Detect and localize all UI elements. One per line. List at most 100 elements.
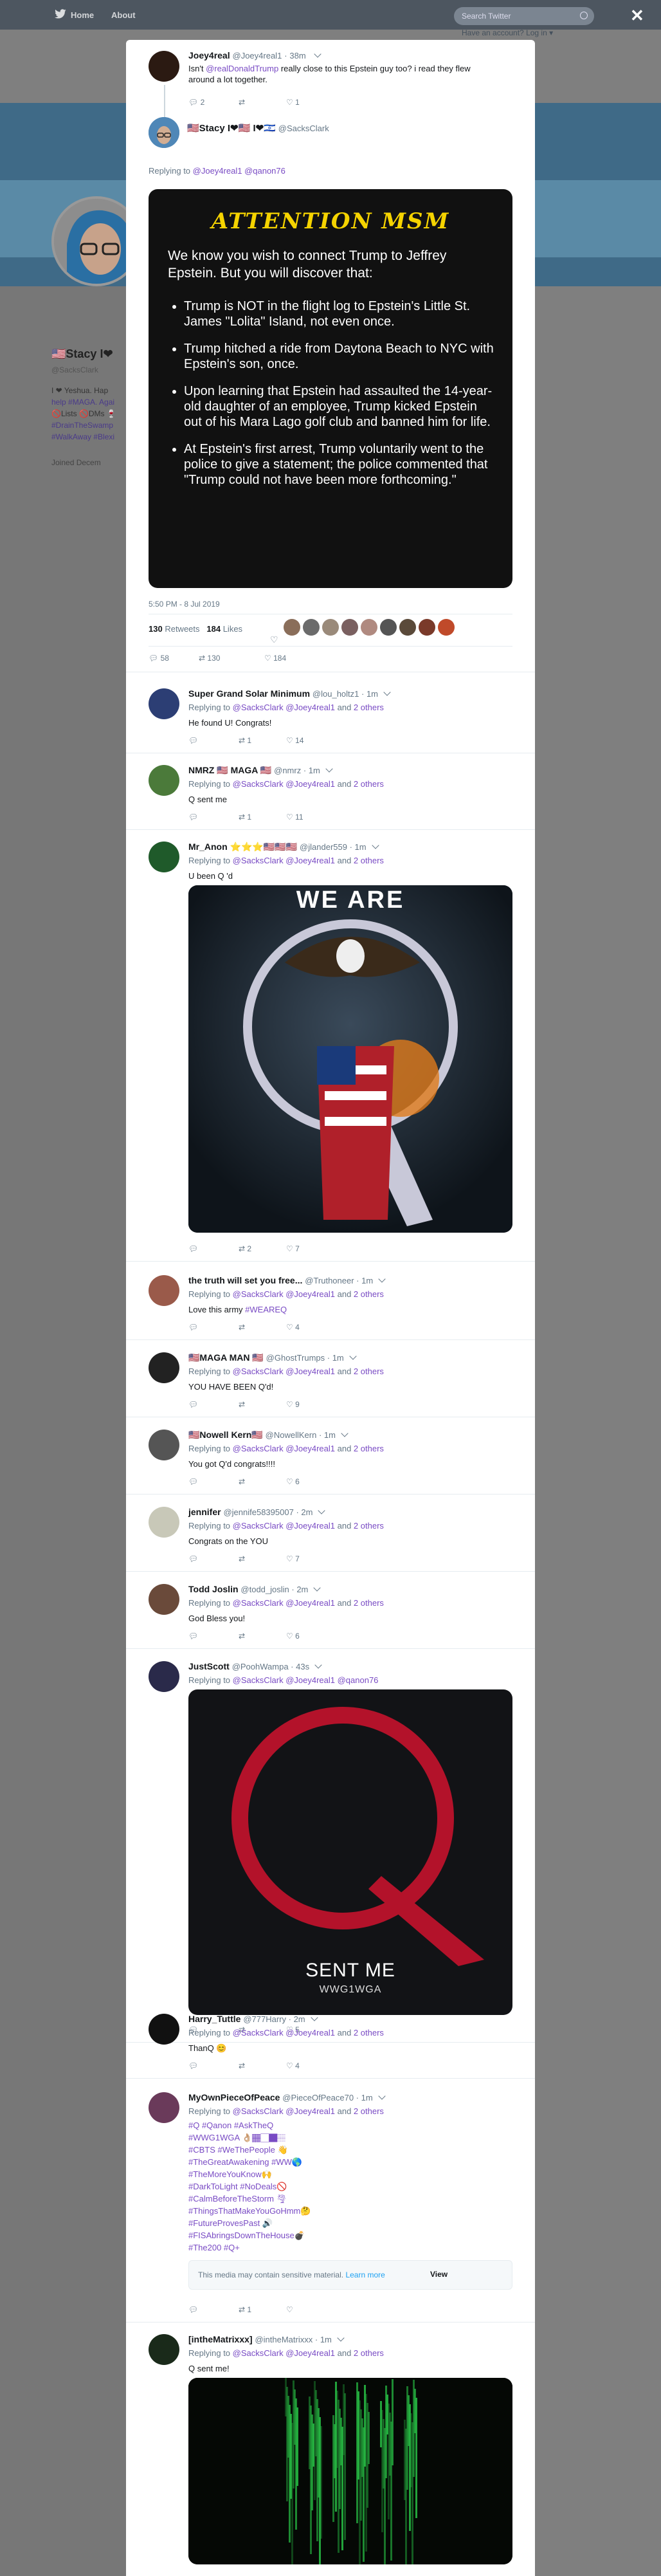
others-link[interactable]: 2 others bbox=[354, 2106, 384, 2116]
tweet-author-name[interactable]: 🇺🇸Nowell Kern🇺🇸 bbox=[188, 1430, 263, 1440]
hashtag-line[interactable]: #FutureProvesPast 🔊 bbox=[188, 2218, 273, 2229]
tweet-author-handle[interactable]: @todd_joslin bbox=[240, 1585, 289, 1594]
close-icon[interactable]: ✕ bbox=[630, 7, 644, 24]
tweet-author-name[interactable]: Todd Joslin bbox=[188, 1584, 239, 1594]
retweet-icon[interactable]: ⇄ bbox=[239, 1554, 245, 1563]
avatar[interactable] bbox=[149, 1507, 179, 1538]
mention-link[interactable]: @SacksClark @Joey4real1 bbox=[233, 2028, 335, 2038]
hashtag-line[interactable]: #FISAbringsDownTheHouse💣 bbox=[188, 2231, 305, 2241]
like-icon[interactable]: ♡ 6 bbox=[286, 1477, 300, 1486]
tweet-author-handle[interactable]: @777Harry bbox=[243, 2014, 286, 2024]
reply-icon[interactable]: 💬︎ bbox=[188, 2305, 198, 2314]
others-link[interactable]: 2 others bbox=[354, 703, 384, 712]
like-icon[interactable]: ♡ 1 bbox=[286, 98, 300, 107]
tweet-author-name[interactable]: Harry_Tuttle bbox=[188, 2014, 240, 2024]
nav-home-link[interactable]: Home bbox=[71, 10, 94, 20]
others-link[interactable]: 2 others bbox=[354, 856, 384, 865]
reply-icon[interactable]: 💬︎ bbox=[188, 1554, 198, 1563]
others-link[interactable]: 2 others bbox=[354, 2028, 384, 2038]
login-link[interactable]: Have an account? Log in ▾ bbox=[462, 28, 553, 37]
tweet-author-handle[interactable]: @GhostTrumps bbox=[266, 1353, 325, 1363]
chevron-down-icon[interactable] bbox=[313, 1584, 321, 1592]
q-logo-image[interactable]: SENT ME WWG1WGA bbox=[188, 1689, 512, 2015]
nav-about-link[interactable]: About bbox=[111, 10, 136, 20]
retweet-icon[interactable]: ⇄ bbox=[239, 1400, 245, 1409]
like-icon[interactable]: ♡ 9 bbox=[286, 1400, 300, 1409]
reply-icon[interactable]: 💬︎ bbox=[188, 2061, 198, 2070]
tweet-author-handle[interactable]: @lou_holtz1 bbox=[312, 689, 359, 699]
avatar[interactable] bbox=[149, 1661, 179, 1692]
reply-icon[interactable]: 💬︎ bbox=[188, 1323, 198, 1332]
tweet-timestamp[interactable]: 43s bbox=[296, 1662, 309, 1671]
mention-link[interactable]: @qanon76 bbox=[242, 166, 285, 176]
tweet-timestamp[interactable]: 1m bbox=[332, 1353, 344, 1363]
hashtag-line[interactable]: #ThingsThatMakeYouGoHmm🤔 bbox=[188, 2206, 311, 2216]
avatar[interactable] bbox=[149, 2334, 179, 2365]
retweet-icon[interactable]: ⇄ 1 bbox=[239, 2305, 251, 2314]
tweet-author-handle[interactable]: @PoohWampa bbox=[232, 1662, 289, 1671]
reply-icon[interactable]: 💬︎ bbox=[188, 1400, 198, 1409]
reply-icon[interactable]: 💬︎ 58 bbox=[149, 654, 169, 663]
mention-link[interactable]: @SacksClark @Joey4real1 bbox=[233, 856, 335, 865]
chevron-down-icon[interactable] bbox=[349, 1352, 357, 1360]
avatar[interactable] bbox=[149, 2014, 179, 2045]
mention-link[interactable]: @Joey4real1 bbox=[193, 166, 242, 176]
retweet-icon[interactable]: ⇄ bbox=[239, 2061, 245, 2070]
others-link[interactable]: 2 others bbox=[354, 779, 384, 789]
search-input[interactable]: Search Twitter bbox=[454, 7, 594, 25]
chevron-down-icon[interactable] bbox=[313, 50, 321, 58]
like-icon[interactable]: ♡ 4 bbox=[286, 2061, 300, 2070]
matrix-image[interactable] bbox=[188, 2378, 512, 2564]
heart-icon[interactable]: ♡ bbox=[270, 634, 278, 645]
mention-link[interactable]: @SacksClark @Joey4real1 @qanon76 bbox=[233, 1675, 379, 1685]
tweet-author-name[interactable]: the truth will set you free... bbox=[188, 1275, 302, 1285]
retweet-icon[interactable]: ⇄ 1 bbox=[239, 813, 251, 822]
tweet-author-handle[interactable]: @Truthoneer bbox=[305, 1276, 354, 1285]
hashtag-line[interactable]: #WWG1WGA 👌🏼🏾🏻🏿🏽 bbox=[188, 2133, 285, 2143]
reply-icon[interactable]: 💬︎ bbox=[188, 1632, 198, 1641]
others-link[interactable]: 2 others bbox=[354, 1444, 384, 1453]
main-tweet-author-name[interactable]: 🇺🇸Stacy I❤🇺🇸 I❤🇮🇱 bbox=[187, 123, 276, 134]
like-icon[interactable]: ♡ 7 bbox=[286, 1244, 300, 1253]
chevron-down-icon[interactable] bbox=[325, 765, 333, 773]
avatar[interactable] bbox=[149, 2092, 179, 2123]
search-icon[interactable] bbox=[580, 12, 588, 19]
others-link[interactable]: 2 others bbox=[354, 1366, 384, 1376]
like-icon[interactable]: ♡ 4 bbox=[286, 1323, 300, 1332]
likers-avatar-row[interactable] bbox=[284, 619, 476, 638]
attention-msm-image-card[interactable]: ATTENTION MSM We know you wish to connec… bbox=[149, 189, 512, 588]
avatar[interactable] bbox=[149, 1584, 179, 1615]
tweet-author-name[interactable]: NMRZ 🇺🇸 MAGA 🇺🇸 bbox=[188, 765, 271, 775]
tweet-author-handle[interactable]: @jennife58395007 bbox=[223, 1507, 293, 1517]
tweet-author-handle[interactable]: @Joey4real1 bbox=[233, 51, 282, 60]
hashtag-line[interactable]: #DarkToLight #NoDeals🚫 bbox=[188, 2182, 287, 2192]
tweet-author-handle[interactable]: @PieceOfPeace70 bbox=[282, 2093, 354, 2102]
reply-icon[interactable]: 💬︎ bbox=[188, 1244, 198, 1253]
hashtag-line[interactable]: #CalmBeforeTheStorm 🌪 bbox=[188, 2194, 287, 2204]
avatar[interactable] bbox=[149, 117, 179, 148]
mention-link[interactable]: @SacksClark @Joey4real1 bbox=[233, 1444, 335, 1453]
chevron-down-icon[interactable] bbox=[383, 688, 391, 696]
tweet-author-handle[interactable]: @jlander559 bbox=[300, 842, 347, 852]
like-icon[interactable]: ♡ 6 bbox=[286, 1632, 300, 1641]
tweet-timestamp[interactable]: 1m bbox=[355, 842, 367, 852]
chevron-down-icon[interactable] bbox=[378, 1275, 386, 1283]
like-icon[interactable]: ♡ 14 bbox=[286, 736, 303, 745]
retweet-icon[interactable]: ⇄ 130 bbox=[199, 654, 220, 663]
chevron-down-icon[interactable] bbox=[378, 2092, 386, 2100]
mention-link[interactable]: @realDonaldTrump bbox=[206, 64, 278, 73]
tweet-author-handle[interactable]: @nmrz bbox=[274, 766, 301, 775]
retweet-icon[interactable]: ⇄ bbox=[239, 1477, 245, 1486]
hashtag-link[interactable]: #WEAREQ bbox=[245, 1305, 287, 1314]
hashtag-line[interactable]: #The200 #Q+ bbox=[188, 2243, 240, 2252]
hashtag-line[interactable]: #TheGreatAwakening #WW🌎 bbox=[188, 2157, 302, 2167]
chevron-down-icon[interactable] bbox=[337, 2334, 345, 2342]
mention-link[interactable]: @SacksClark @Joey4real1 bbox=[233, 703, 335, 712]
mention-link[interactable]: @SacksClark @Joey4real1 bbox=[233, 2106, 335, 2116]
hashtag-line[interactable]: #TheMoreYouKnow🙌 bbox=[188, 2169, 272, 2180]
chevron-down-icon[interactable] bbox=[314, 1661, 322, 1669]
chevron-down-icon[interactable] bbox=[371, 842, 379, 849]
like-icon[interactable]: ♡ 11 bbox=[286, 813, 303, 822]
view-button[interactable]: View bbox=[430, 2270, 448, 2279]
main-tweet-author-handle[interactable]: @SacksClark bbox=[278, 124, 329, 133]
